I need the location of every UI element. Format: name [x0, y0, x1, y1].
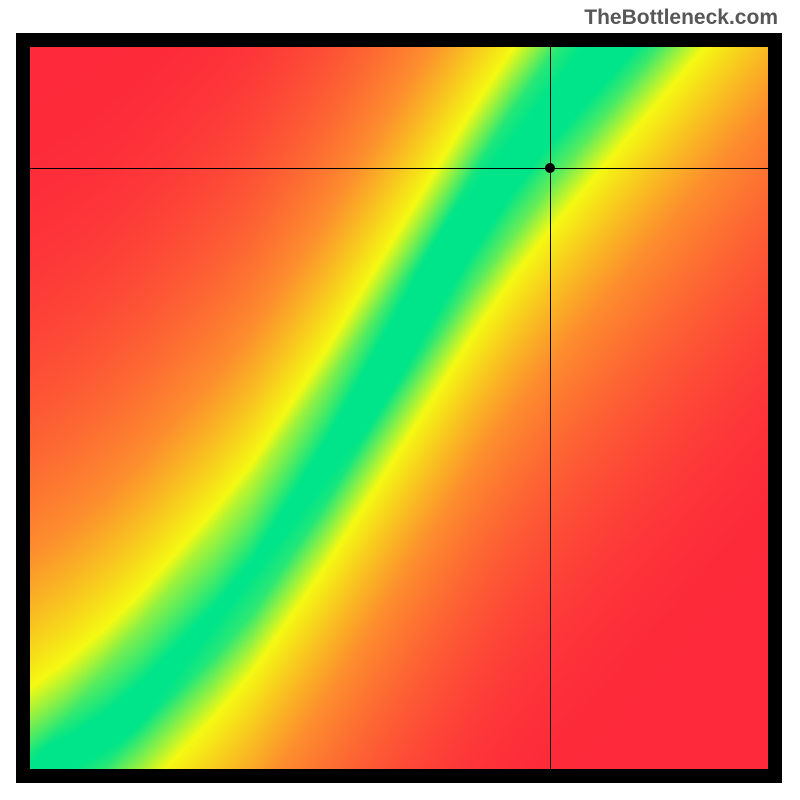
heatmap-canvas — [30, 47, 768, 769]
crosshair-vertical — [550, 47, 551, 769]
heatmap-plot — [30, 47, 768, 769]
selection-marker — [545, 163, 555, 173]
crosshair-horizontal — [30, 168, 768, 169]
watermark-text: TheBottleneck.com — [584, 6, 778, 30]
chart-frame — [16, 33, 782, 783]
